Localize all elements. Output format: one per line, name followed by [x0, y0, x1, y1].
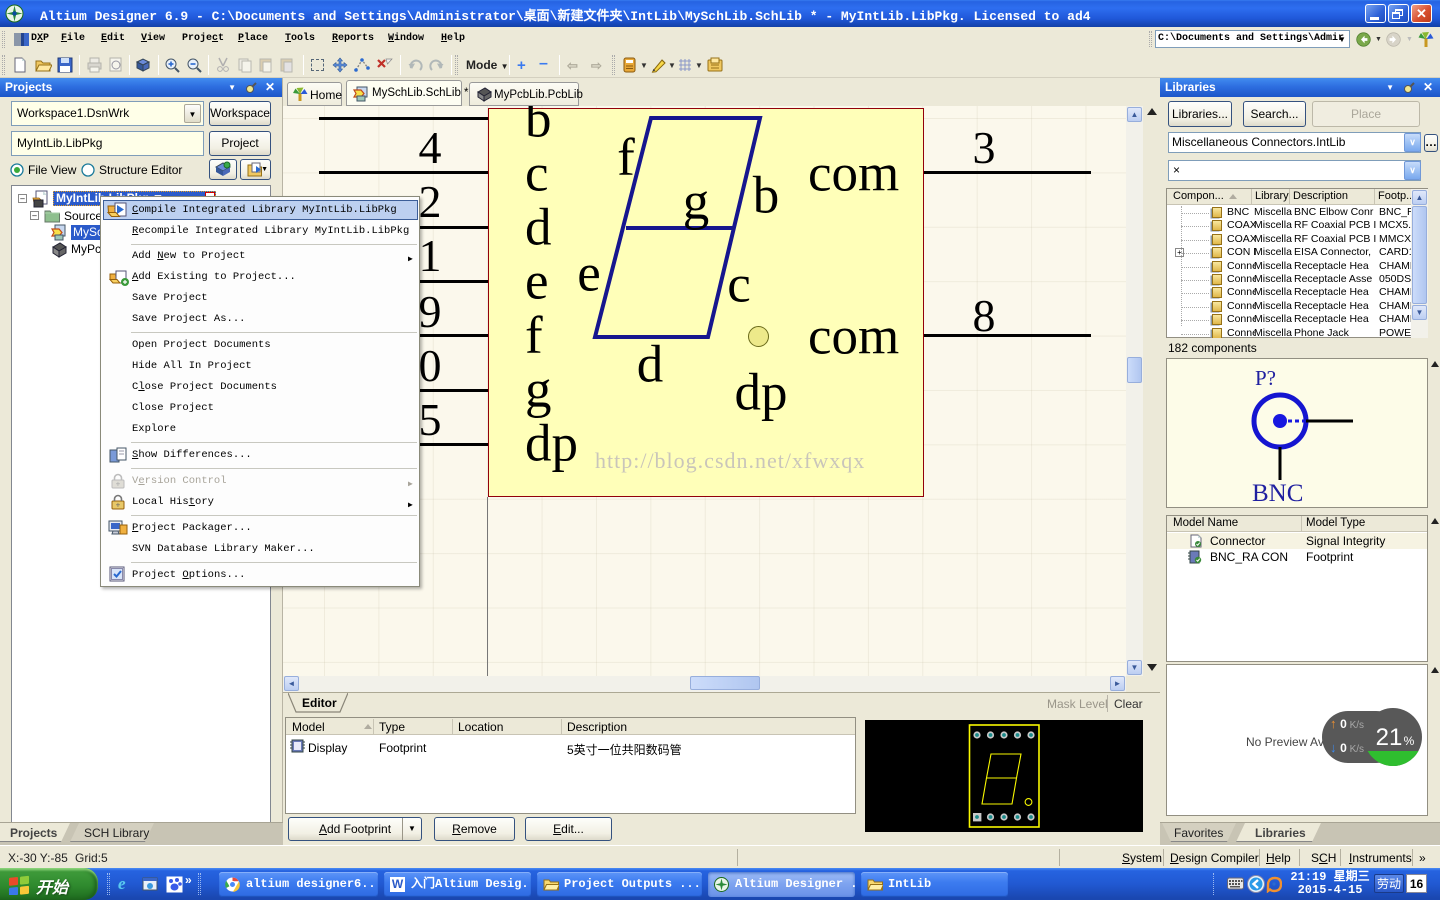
- svg-text:+: +: [116, 501, 121, 510]
- svg-text:%: %: [1404, 734, 1415, 748]
- svg-text:21: 21: [1376, 724, 1403, 751]
- svg-text:+: +: [116, 480, 121, 489]
